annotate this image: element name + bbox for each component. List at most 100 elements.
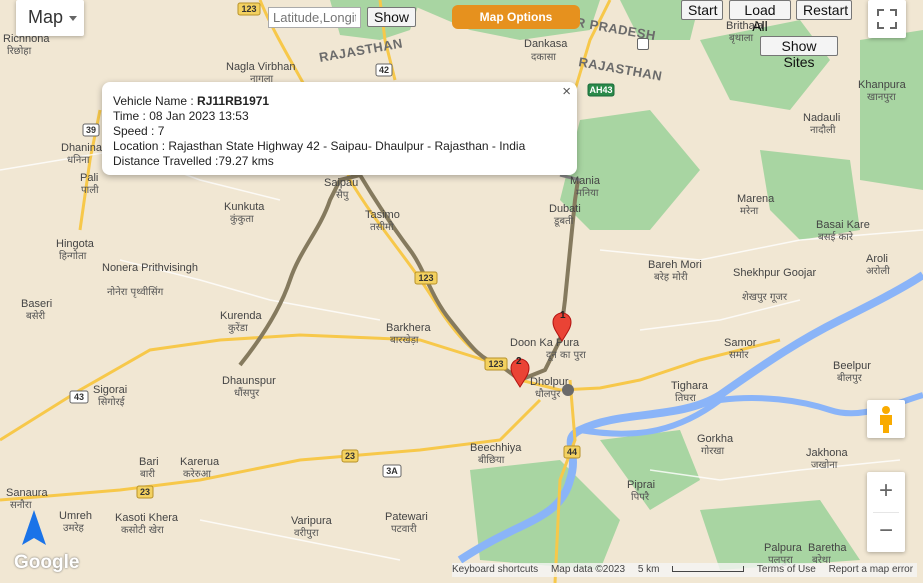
load-all-button[interactable]: Load All: [729, 0, 791, 34]
chevron-down-icon: [69, 15, 78, 21]
fullscreen-icon: [877, 9, 897, 29]
place-label: Nonera Prithvisingh: [102, 262, 198, 274]
street-view-pegman[interactable]: [867, 400, 905, 438]
place-label-hi: बीलपुर: [837, 372, 863, 384]
place-label-hi: खानपुरा: [867, 92, 896, 103]
vehicle-icon[interactable]: [562, 384, 574, 396]
route-shield: 123: [484, 357, 508, 371]
show-sites-button[interactable]: Show Sites: [760, 36, 838, 70]
place-label-hi: रिछोहा: [7, 45, 32, 57]
place-label: Marena: [737, 193, 775, 205]
place-label: Saipau: [324, 177, 358, 189]
svg-text:123: 123: [241, 4, 256, 14]
place-label: Kunkuta: [224, 201, 265, 213]
place-label: Gorkha: [697, 433, 734, 445]
place-label-hi: धौलपुर: [535, 388, 561, 400]
show-button[interactable]: Show: [367, 7, 416, 27]
place-label-hi: गोरखा: [701, 445, 724, 457]
svg-text:43: 43: [74, 392, 84, 402]
info-speed: Speed : 7: [113, 124, 165, 138]
place-label-hi: बारखेड़ा: [390, 334, 419, 346]
place-label: Barkhera: [386, 322, 432, 334]
google-logo[interactable]: Google: [14, 552, 79, 574]
sites-checkbox[interactable]: [637, 38, 649, 50]
terms-link[interactable]: Terms of Use: [757, 564, 816, 575]
map-options-button[interactable]: Map Options: [452, 5, 580, 29]
place-label: Beechhiya: [470, 442, 522, 454]
place-label-hi: डूबती: [553, 215, 574, 227]
place-label-hi: सिगोरई: [98, 396, 126, 408]
route-shield: 39: [82, 123, 100, 137]
route-shield: 123: [414, 271, 438, 285]
route-shield: 43: [69, 390, 89, 404]
svg-text:123: 123: [488, 359, 503, 369]
svg-text:39: 39: [86, 125, 96, 135]
place-label-hi: बसई कारे: [818, 231, 854, 243]
restart-button[interactable]: Restart: [796, 0, 852, 20]
place-label: Mania: [570, 175, 601, 187]
place-label: Bari: [139, 456, 159, 468]
place-label: Nagla Virbhan: [226, 61, 296, 73]
place-label: Baseri: [21, 298, 52, 310]
route-shield: 42: [375, 63, 393, 77]
coordinates-input[interactable]: [268, 7, 361, 28]
place-label-hi: तसीमो: [370, 221, 394, 233]
place-label-hi: बीछिया: [478, 454, 505, 466]
place-label: Bareh Mori: [648, 259, 702, 271]
scale-label[interactable]: 5 km: [638, 564, 660, 575]
place-label-hi: नोनेरा पृथ्वीसिंग: [107, 286, 164, 298]
fullscreen-button[interactable]: [868, 0, 906, 38]
place-label: Hingota: [56, 238, 95, 250]
place-label: Basai Kare: [816, 219, 870, 231]
vehicle-name-label: Vehicle Name :: [113, 94, 198, 108]
place-label: Varipura: [291, 515, 333, 527]
place-label: Aroli: [866, 253, 888, 265]
svg-text:23: 23: [140, 487, 150, 497]
svg-text:42: 42: [379, 65, 389, 75]
map-data-text: Map data ©2023: [550, 564, 626, 575]
route-shield: 44: [563, 445, 581, 459]
marker-2-label: 2: [516, 356, 522, 367]
place-label: Dholpur: [530, 376, 569, 388]
close-icon[interactable]: ×: [562, 84, 571, 99]
place-label: Palpura: [764, 542, 803, 554]
svg-text:44: 44: [567, 447, 577, 457]
place-label: Dhanina: [61, 142, 103, 154]
place-label-hi: बृथाला: [729, 33, 753, 44]
place-label-hi: वरीपुरा: [294, 527, 319, 539]
place-label-hi: अरोली: [866, 265, 890, 277]
place-label-hi: धौंसपुर: [234, 387, 260, 399]
place-label-hi: दून का पुरा: [546, 350, 586, 361]
zoom-in-button[interactable]: +: [867, 472, 905, 512]
place-label-hi: दकासा: [531, 52, 556, 63]
place-label: Nadauli: [803, 112, 840, 124]
place-label: Piprai: [627, 479, 655, 491]
info-location: Location : Rajasthan State Highway 42 - …: [113, 139, 526, 153]
place-label-hi: उमरेह: [63, 522, 85, 534]
place-label: Shekhpur Goojar: [733, 267, 816, 279]
start-button[interactable]: Start: [681, 0, 723, 20]
vehicle-name-row: Vehicle Name : RJ11RB1971: [113, 94, 566, 109]
place-label-hi: जखोना: [811, 459, 838, 471]
info-window: Vehicle Name : RJ11RB1971 Time : 08 Jan …: [102, 82, 577, 175]
map-type-dropdown[interactable]: Map: [16, 0, 84, 36]
place-label: Dankasa: [524, 38, 568, 50]
place-label-hi: शेखपुर गूजर: [742, 291, 788, 303]
zoom-out-button[interactable]: −: [867, 512, 905, 552]
place-label-hi: समोर: [729, 349, 749, 361]
place-label-hi: सैपु: [336, 189, 349, 201]
report-error-link[interactable]: Report a map error: [829, 564, 913, 575]
place-label-hi: धनिना: [67, 154, 90, 166]
place-label-hi: पाली: [81, 184, 99, 196]
place-label-hi: कुंकुता: [230, 213, 254, 225]
keyboard-shortcuts-link[interactable]: Keyboard shortcuts: [452, 564, 538, 575]
place-label-hi: कसोटी खेरा: [121, 524, 164, 536]
place-label-hi: नादौली: [810, 124, 836, 136]
vehicle-name: RJ11RB1971: [197, 94, 270, 108]
place-label: Samor: [724, 337, 757, 349]
place-label: Kasoti Khera: [115, 512, 179, 524]
place-label-hi: बारी: [140, 468, 155, 480]
place-label: Tighara: [671, 380, 709, 392]
route-shield: 3A: [382, 464, 402, 478]
place-label-hi: तिघरा: [675, 392, 696, 404]
